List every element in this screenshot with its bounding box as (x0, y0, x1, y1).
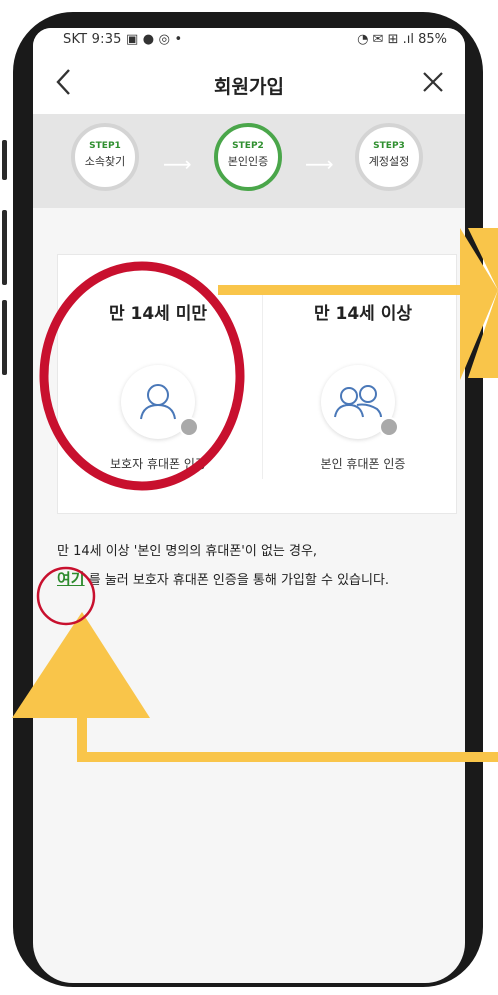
option-heading: 만 14세 미만 (108, 304, 208, 324)
step-3: STEP3 계정설정 (355, 123, 423, 191)
step-2: STEP2 본인인증 (214, 123, 282, 191)
step-1: STEP1 소속찾기 (71, 123, 139, 191)
notice-line-2: 여기 를 눌러 보호자 휴대폰 인증을 통해 가입할 수 있습니다. (57, 568, 389, 589)
close-icon (423, 72, 443, 92)
option-caption: 보호자 휴대폰 인증 (110, 457, 206, 471)
volume-down-button (2, 210, 7, 285)
status-bar-right: ◔ ✉ ⊞ .ıl 85% (357, 32, 447, 47)
status-bar: SKT 9:35 ▣ ● ◎ • ◔ ✉ ⊞ .ıl 85% (33, 28, 465, 52)
option-heading: 만 14세 이상 (313, 304, 413, 324)
arrow-right-icon: ⟶ (163, 152, 192, 176)
arrow-right-icon: ⟶ (305, 152, 334, 176)
check-icon (379, 417, 399, 437)
verification-card: 만 14세 미만 보호자 휴대폰 인증 만 14세 이상 본인 휴대폰 인증 (57, 254, 457, 514)
step-label: 소속찾기 (84, 155, 126, 168)
close-button[interactable] (415, 64, 451, 100)
guardian-auth-link[interactable]: 여기 (57, 570, 85, 588)
power-button (2, 300, 7, 375)
app-header: 회원가입 (33, 52, 465, 114)
page-title: 회원가입 (214, 76, 284, 98)
notice-line-2-text: 를 눌러 보호자 휴대폰 인증을 통해 가입할 수 있습니다. (84, 573, 390, 588)
status-bar-left: SKT 9:35 ▣ ● ◎ • (63, 32, 183, 47)
avatar (321, 365, 399, 439)
step-number: STEP1 (89, 141, 121, 151)
option-14-and-over[interactable]: 만 14세 이상 본인 휴대폰 인증 (263, 255, 463, 513)
step-label: 계정설정 (368, 155, 410, 168)
notice-line-1: 만 14세 이상 '본인 명의의 휴대폰'이 없는 경우, (57, 544, 318, 559)
volume-up-button (2, 140, 7, 180)
step-number: STEP3 (373, 141, 405, 151)
avatar (121, 365, 199, 439)
step-indicator: STEP1 소속찾기 ⟶ STEP2 본인인증 ⟶ STEP3 계정설정 (33, 114, 465, 208)
step-number: STEP2 (232, 141, 264, 151)
step-label: 본인인증 (227, 155, 269, 168)
app-screen: SKT 9:35 ▣ ● ◎ • ◔ ✉ ⊞ .ıl 85% 회원가입 STEP… (33, 28, 465, 983)
option-under-14[interactable]: 만 14세 미만 보호자 휴대폰 인증 (58, 255, 258, 513)
check-icon (179, 417, 199, 437)
option-caption: 본인 휴대폰 인증 (320, 457, 406, 471)
